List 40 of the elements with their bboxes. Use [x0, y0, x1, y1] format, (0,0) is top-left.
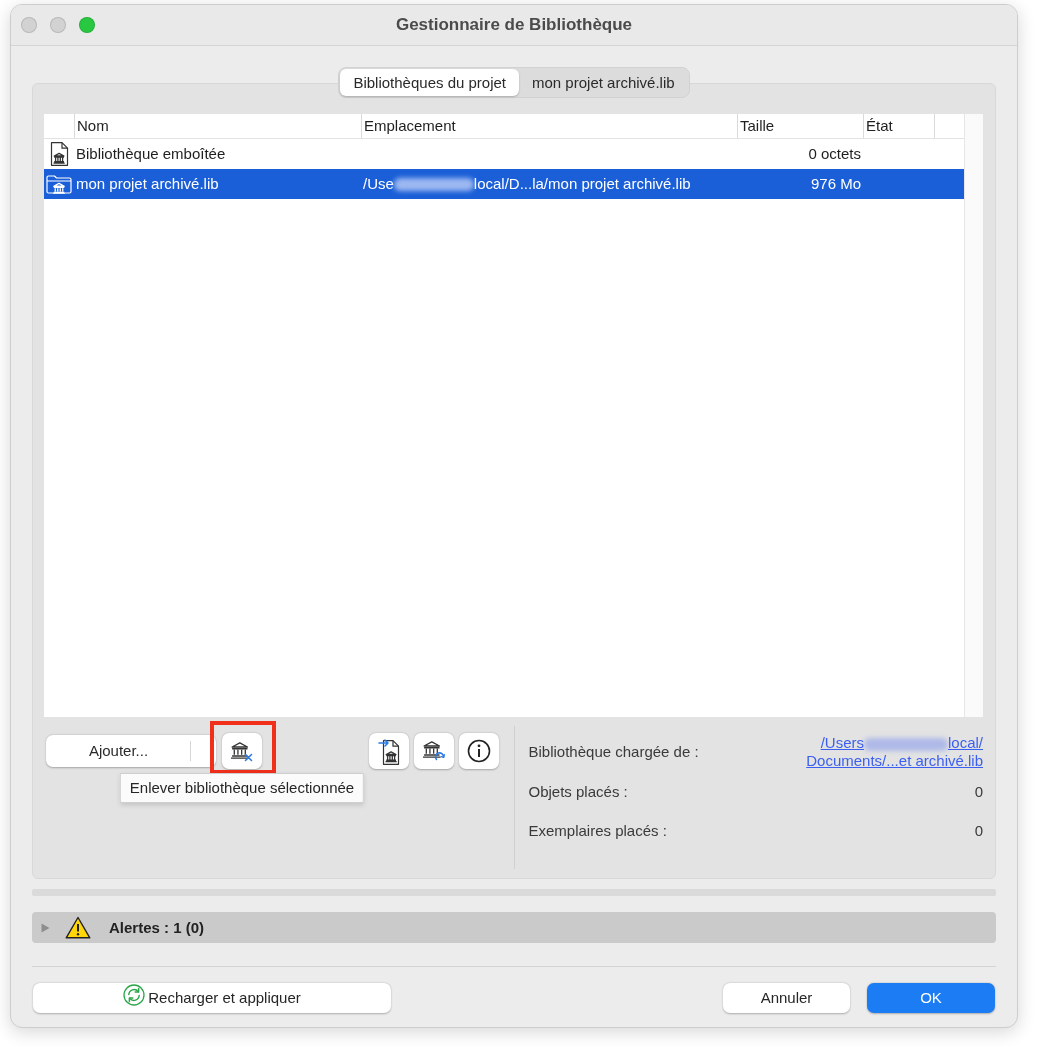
- library-name: mon projet archivé.lib: [76, 175, 219, 193]
- remove-button[interactable]: [222, 733, 262, 769]
- column-header[interactable]: Nom: [74, 114, 361, 138]
- library-location: /Use: [363, 175, 394, 193]
- alerts-header[interactable]: Alertes : 1 (0): [32, 912, 996, 943]
- window-title: Gestionnaire de Bibliothèque: [395, 14, 633, 36]
- refresh-icon: [123, 984, 146, 1006]
- detail-label: Bibliothèque chargée de :: [528, 743, 699, 761]
- column-header[interactable]: Taille: [737, 114, 863, 138]
- cancel-button[interactable]: Annuler: [723, 983, 850, 1013]
- document-arrow-icon: [377, 737, 400, 765]
- path-link[interactable]: /Users local/ Documents/...et archivé.lib: [806, 734, 983, 770]
- import-button[interactable]: [368, 733, 409, 769]
- column-header[interactable]: État: [863, 114, 934, 138]
- info-icon: [466, 739, 491, 763]
- warning-icon: [65, 916, 91, 939]
- reload-button[interactable]: [413, 733, 454, 769]
- add-button[interactable]: Ajouter...: [46, 735, 216, 767]
- tooltip: Enlever bibliothèque sélectionnée: [119, 773, 365, 803]
- detail-value: 0: [974, 822, 983, 840]
- tab[interactable]: Bibliothèques du projet: [340, 69, 519, 96]
- table-row[interactable]: mon projet archivé.lib /Use local/D...la/mon projet archivé.lib 976 Mo: [44, 169, 964, 199]
- ok-button[interactable]: OK: [867, 983, 995, 1013]
- library-folder-icon: [46, 174, 72, 194]
- bank-x-icon: [230, 740, 254, 762]
- reload-apply-button[interactable]: Recharger et appliquer: [33, 983, 391, 1013]
- library-size: 976 Mo: [810, 175, 861, 193]
- table-row[interactable]: Bibliothèque emboîtée 0 octets: [44, 139, 964, 169]
- library-name: Bibliothèque emboîtée: [76, 145, 226, 163]
- library-size: 0 octets: [808, 145, 861, 163]
- bank-refresh-icon: [421, 739, 446, 763]
- library-location: local/D...la/mon projet archivé.lib: [473, 175, 691, 193]
- library-document-icon: [49, 142, 69, 166]
- info-button[interactable]: [458, 733, 499, 769]
- column-header[interactable]: Emplacement: [361, 114, 737, 138]
- detail-label: Objets placés :: [528, 783, 628, 801]
- alerts-label: Alertes : 1 (0): [109, 918, 205, 937]
- tab[interactable]: mon projet archivé.lib: [519, 69, 688, 96]
- detail-label: Exemplaires placés :: [528, 822, 667, 840]
- detail-value: 0: [974, 783, 983, 801]
